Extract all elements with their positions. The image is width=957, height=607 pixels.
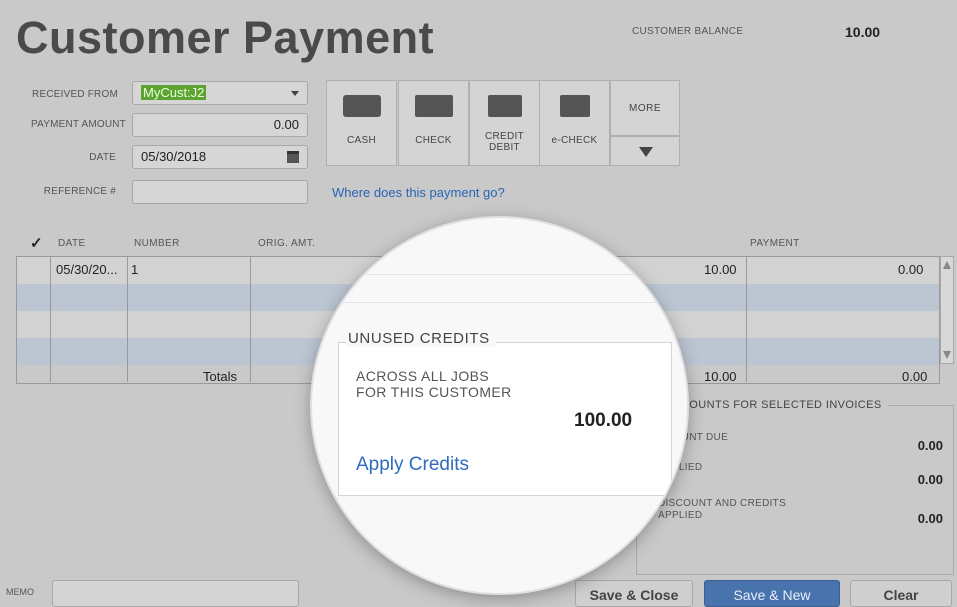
customer-balance-label: CUSTOMER BALANCE [632,26,744,37]
payment-method-label: e-CHECK [551,135,598,146]
received-from-dropdown[interactable]: MyCust:J2 [132,81,308,105]
more-dropdown-button[interactable] [610,136,680,166]
payment-method-label: CHECK [415,135,452,146]
unused-credits-description: ACROSS ALL JOBS FOR THIS CUSTOMER [356,368,512,400]
save-close-button[interactable]: Save & Close [575,580,693,607]
reference-label: REFERENCE # [43,186,116,197]
more-button[interactable]: MORE [610,80,680,136]
reference-field[interactable] [132,180,308,204]
received-from-value: MyCust:J2 [141,85,207,100]
cash-icon [343,95,381,117]
memo-field[interactable] [52,580,299,607]
unused-credits-title: UNUSED CREDITS [346,330,496,347]
applied-value: 0.00 [917,472,943,487]
totals-amt-due: 10.00 [704,369,737,384]
triangle-down-icon [639,147,653,157]
scroll-up-icon[interactable] [943,261,951,269]
payment-method-cash[interactable]: CASH [326,80,397,166]
check-column-header[interactable]: ✓ [30,234,43,252]
unused-credits-line2: FOR THIS CUSTOMER [356,384,512,400]
row-number[interactable]: 1 [131,262,138,277]
apply-credits-link[interactable]: Apply Credits [356,454,469,476]
magnified-grid-line [312,274,687,275]
amounts-heading: AMOUNTS FOR SELECTED INVOICES [672,399,888,411]
clear-button[interactable]: Clear [850,580,952,607]
payment-method-check[interactable]: CHECK [398,80,469,166]
row-date[interactable]: 05/30/20... [56,262,117,277]
chevron-down-icon [291,91,299,96]
date-field[interactable]: 05/30/2018 [132,145,308,169]
echeck-icon [560,95,590,117]
magnified-grid-line [312,302,687,303]
calendar-icon[interactable] [287,151,299,163]
received-from-label: RECEIVED FROM [32,89,118,100]
payment-column-header[interactable]: PAYMENT [750,238,800,249]
totals-label: Totals [203,369,237,384]
unused-credits-line1: ACROSS ALL JOBS [356,368,490,384]
payment-method-label: CASH [347,135,376,146]
discount-credits-value: 0.00 [917,511,943,526]
discount-label-line2: APPLIED [658,510,703,521]
discount-credits-label: DISCOUNT AND CREDITS APPLIED [658,498,786,522]
payment-amount-field[interactable]: 0.00 [132,113,308,137]
amount-due-value: 0.00 [917,438,943,453]
payment-amount-label: PAYMENT AMOUNT [30,119,126,130]
table-scrollbar[interactable] [940,256,954,364]
orig-amt-column-header[interactable]: ORIG. AMT. [258,238,315,249]
date-label: DATE [89,152,116,163]
date-column-header[interactable]: DATE [58,238,86,249]
save-new-button[interactable]: Save & New [704,580,840,607]
credit-card-icon [488,95,522,117]
number-column-header[interactable]: NUMBER [134,238,180,249]
customer-balance-value: 10.00 [845,24,881,40]
discount-label-line1: DISCOUNT AND CREDITS [658,498,787,509]
check-icon [415,95,453,117]
payment-method-label: CREDIT DEBIT [484,131,525,153]
page-title: Customer Payment [16,12,435,63]
memo-label: MEMO [6,587,34,597]
totals-payment: 0.00 [902,369,928,384]
scroll-down-icon[interactable] [943,351,951,359]
date-value: 05/30/2018 [141,149,207,164]
payment-method-credit-debit[interactable]: CREDIT DEBIT [469,80,540,166]
unused-credits-amount: 100.00 [574,410,633,431]
row-amt-due[interactable]: 10.00 [704,262,737,277]
row-payment[interactable]: 0.00 [898,262,923,277]
payment-method-echeck[interactable]: e-CHECK [539,80,610,166]
magnifier-callout: UNUSED CREDITS ACROSS ALL JOBS FOR THIS … [312,218,687,593]
help-link[interactable]: Where does this payment go? [332,185,505,200]
